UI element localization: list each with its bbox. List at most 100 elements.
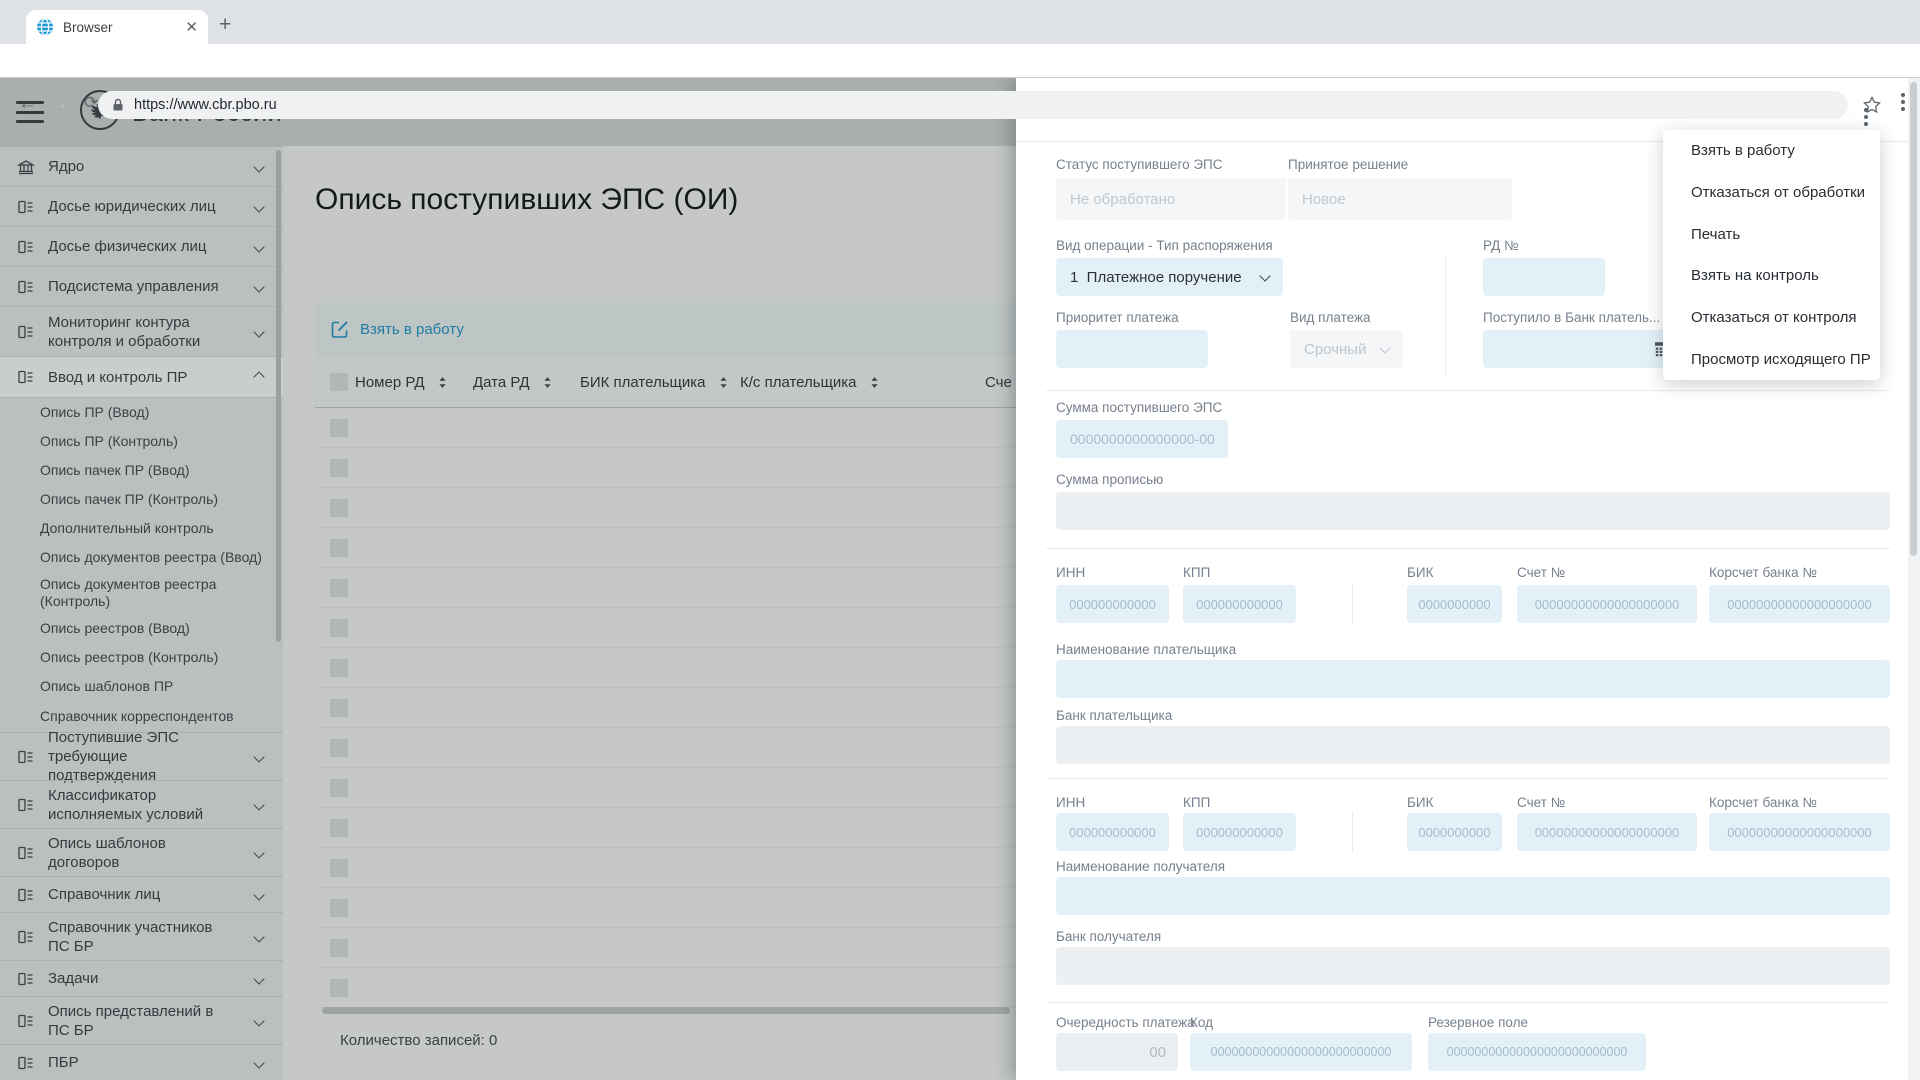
tab-close-icon[interactable]: ✕ xyxy=(185,20,198,35)
sidebar-item-core[interactable]: Ядро xyxy=(0,146,283,186)
list-card-icon xyxy=(17,970,35,988)
bookmark-star-icon[interactable] xyxy=(1862,95,1882,120)
submenu-opis-shablonov-pr[interactable]: Опись шаблонов ПР xyxy=(0,672,283,701)
reserve-field-input[interactable] xyxy=(1428,1033,1646,1071)
list-card-icon xyxy=(17,1012,35,1030)
browser-tab[interactable]: Browser ✕ xyxy=(26,10,208,44)
sidebar-item-persons-directory[interactable]: Справочник лиц xyxy=(0,876,283,912)
submenu-dop-kontrol[interactable]: Дополнительный контроль xyxy=(0,514,283,543)
row-checkbox[interactable] xyxy=(330,459,348,477)
rd-number-input[interactable] xyxy=(1483,258,1605,296)
payee-name-input[interactable] xyxy=(1056,877,1890,915)
menu-item-take-to-control[interactable]: Взять на контроль xyxy=(1663,255,1880,297)
payer-account-input[interactable] xyxy=(1517,585,1697,623)
column-header-payer-corr[interactable]: К/с плательщика xyxy=(740,356,879,408)
submenu-opis-reestrov-vvod[interactable]: Опись реестров (Ввод) xyxy=(0,614,283,643)
payer-name-input[interactable] xyxy=(1056,660,1890,698)
payee-inn-input[interactable] xyxy=(1056,813,1169,851)
menu-item-take-to-work[interactable]: Взять в работу xyxy=(1663,130,1880,172)
chevron-down-icon xyxy=(1259,270,1270,281)
column-header-payer-bik[interactable]: БИК плательщика xyxy=(580,356,728,408)
row-checkbox[interactable] xyxy=(330,939,348,957)
row-checkbox[interactable] xyxy=(330,979,348,997)
submenu-opis-pachek-vvod[interactable]: Опись пачек ПР (Ввод) xyxy=(0,456,283,485)
payer-name-label: Наименование плательщика xyxy=(1056,642,1236,657)
payer-bik-input[interactable] xyxy=(1407,585,1502,623)
submenu-opis-pr-kontrol[interactable]: Опись ПР (Контроль) xyxy=(0,427,283,456)
sidebar-item-submissions[interactable]: Опись представлений в ПС БР xyxy=(0,996,283,1044)
take-to-work-button[interactable]: Взять в работу xyxy=(330,319,464,339)
menu-item-refuse-processing[interactable]: Отказаться от обработки xyxy=(1663,172,1880,214)
reload-icon[interactable]: ⟳ xyxy=(84,93,98,113)
row-checkbox[interactable] xyxy=(330,619,348,637)
payee-bik-input[interactable] xyxy=(1407,813,1502,851)
sort-icon[interactable] xyxy=(438,376,447,389)
row-checkbox[interactable] xyxy=(330,779,348,797)
sidebar-item-input-control-pr[interactable]: Ввод и контроль ПР xyxy=(0,356,283,398)
sidebar-item-legal-dossier[interactable]: Досье юридических лиц xyxy=(0,186,283,226)
payer-kpp-input[interactable] xyxy=(1183,585,1296,623)
menu-item-refuse-control[interactable]: Отказаться от контроля xyxy=(1663,297,1880,339)
submenu-opis-pachek-kontrol[interactable]: Опись пачек ПР (Контроль) xyxy=(0,485,283,514)
row-checkbox[interactable] xyxy=(330,859,348,877)
row-checkbox[interactable] xyxy=(330,659,348,677)
payer-corr-input[interactable] xyxy=(1709,585,1890,623)
panel-scrollbar-thumb[interactable] xyxy=(1910,82,1917,556)
sidebar-item-monitoring[interactable]: Мониторинг контура контроля и обработки xyxy=(0,306,283,356)
payee-bik-label: БИК xyxy=(1407,795,1433,810)
menu-item-view-outgoing-pr[interactable]: Просмотр исходящего ПР xyxy=(1663,338,1880,380)
row-checkbox[interactable] xyxy=(330,499,348,517)
payer-inn-input[interactable] xyxy=(1056,585,1169,623)
sidebar-item-pbr[interactable]: ПБР xyxy=(0,1044,283,1080)
new-tab-button[interactable]: + xyxy=(219,13,231,37)
sidebar-item-tasks[interactable]: Задачи xyxy=(0,960,283,996)
submenu-opis-pr-vvod[interactable]: Опись ПР (Ввод) xyxy=(0,398,283,427)
browser-menu-icon[interactable] xyxy=(1901,93,1905,111)
amount-input[interactable] xyxy=(1056,420,1228,458)
sidebar-item-classifier[interactable]: Классификатор исполняемых условий xyxy=(0,780,283,828)
list-card-icon xyxy=(17,796,35,814)
sidebar-item-management-subsystem[interactable]: Подсистема управления xyxy=(0,266,283,306)
chevron-down-icon xyxy=(253,889,264,900)
sort-icon[interactable] xyxy=(870,376,879,389)
row-checkbox[interactable] xyxy=(330,579,348,597)
page-title: Опись поступивших ЭПС (ОИ) xyxy=(315,183,738,217)
forward-icon[interactable]: → xyxy=(50,93,69,115)
sort-icon[interactable] xyxy=(543,376,552,389)
received-date-field[interactable] xyxy=(1483,330,1683,368)
payee-account-input[interactable] xyxy=(1517,813,1697,851)
payee-bank-field xyxy=(1056,947,1890,985)
column-header-account[interactable]: Сче xyxy=(985,356,1012,408)
horizontal-scrollbar[interactable] xyxy=(322,1007,1010,1014)
sidebar-item-individual-dossier[interactable]: Досье физических лиц xyxy=(0,226,283,266)
list-card-icon xyxy=(17,198,35,216)
column-header-rd-number[interactable]: Номер РД xyxy=(355,356,447,408)
payee-inn-label: ИНН xyxy=(1056,795,1085,810)
row-checkbox[interactable] xyxy=(330,419,348,437)
payee-account-label: Счет № xyxy=(1517,795,1565,810)
submenu-opis-reestrov-kontrol[interactable]: Опись реестров (Контроль) xyxy=(0,643,283,672)
payee-corr-input[interactable] xyxy=(1709,813,1890,851)
sort-icon[interactable] xyxy=(719,376,728,389)
submenu-opis-dok-reestra-kontrol[interactable]: Опись документов реестра (Контроль) xyxy=(0,572,283,614)
list-card-icon xyxy=(17,323,35,341)
code-input[interactable] xyxy=(1190,1033,1412,1071)
submenu-opis-dok-reestra-vvod[interactable]: Опись документов реестра (Ввод) xyxy=(0,543,283,572)
row-checkbox[interactable] xyxy=(330,539,348,557)
row-checkbox[interactable] xyxy=(330,739,348,757)
column-header-rd-date[interactable]: Дата РД xyxy=(473,356,552,408)
menu-item-print[interactable]: Печать xyxy=(1663,213,1880,255)
address-bar[interactable]: https://www.cbr.pbo.ru xyxy=(98,91,1848,119)
row-checkbox[interactable] xyxy=(330,819,348,837)
operation-type-select[interactable]: 1 Платежное поручение xyxy=(1056,258,1283,296)
select-all-checkbox[interactable] xyxy=(330,373,348,391)
row-checkbox[interactable] xyxy=(330,699,348,717)
priority-input[interactable] xyxy=(1056,330,1208,368)
sidebar-item-incoming-eps[interactable]: Поступившие ЭПС требующие подтверждения xyxy=(0,732,283,780)
sidebar-scrollbar[interactable] xyxy=(276,150,281,642)
back-icon[interactable]: ← xyxy=(18,93,37,115)
payee-kpp-input[interactable] xyxy=(1183,813,1296,851)
row-checkbox[interactable] xyxy=(330,899,348,917)
sidebar-item-participants-directory[interactable]: Справочник участников ПС БР xyxy=(0,912,283,960)
sidebar-item-contract-templates[interactable]: Опись шаблонов договоров xyxy=(0,828,283,876)
